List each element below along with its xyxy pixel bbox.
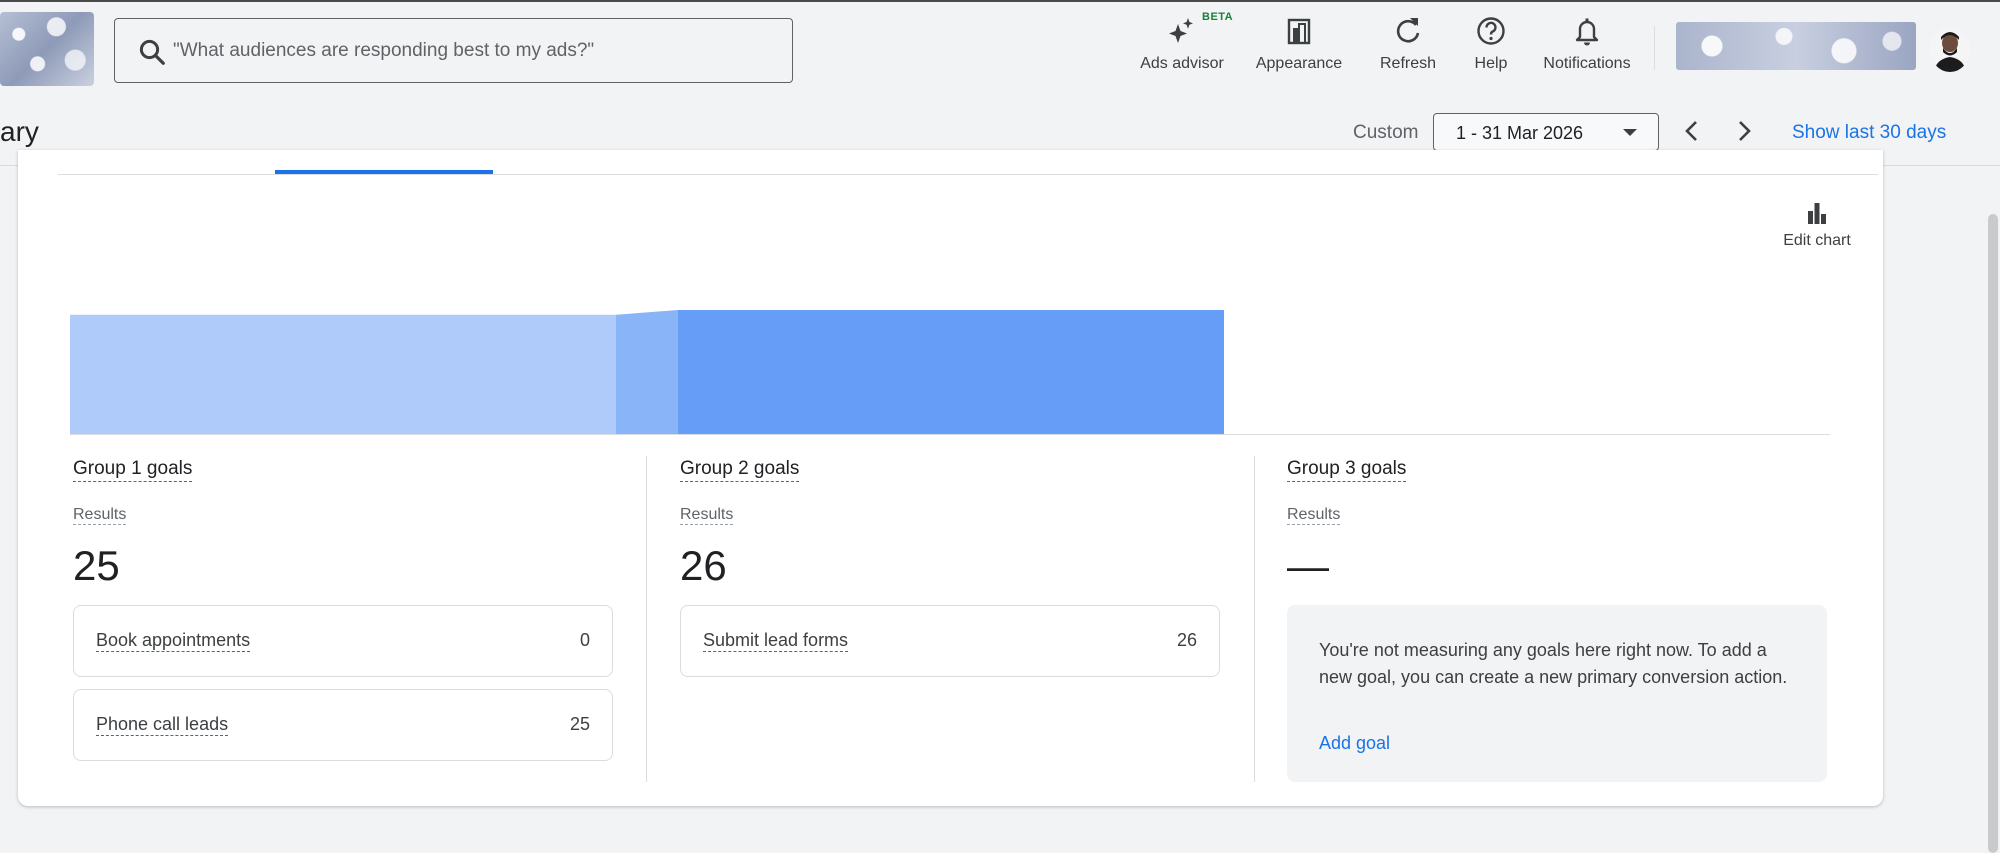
search-input[interactable] — [173, 29, 773, 73]
goal-name[interactable]: Submit lead forms — [703, 630, 849, 652]
goal-row-submit-lead-forms[interactable]: Submit lead forms 26 — [680, 605, 1220, 677]
goal-count: 0 — [579, 630, 590, 650]
chevron-right-icon[interactable] — [1729, 116, 1759, 146]
chevron-left-icon[interactable] — [1677, 116, 1707, 146]
refresh-label: Refresh — [1379, 55, 1437, 72]
refresh-button[interactable]: Refresh — [1373, 14, 1443, 74]
beta-badge: BETA — [1202, 11, 1234, 23]
group-1-results-label[interactable]: Results — [73, 506, 127, 525]
ads-advisor-label: Ads advisor — [1140, 55, 1224, 72]
goal-count: 25 — [569, 714, 590, 734]
group-3-results-label[interactable]: Results — [1287, 506, 1341, 525]
avatar[interactable] — [1930, 28, 1970, 72]
show-last-30-days-link[interactable]: Show last 30 days — [1792, 122, 1946, 144]
appearance-icon — [1287, 18, 1311, 45]
goal-row-book-appointments[interactable]: Book appointments 0 — [73, 605, 613, 677]
chart-baseline — [70, 434, 1830, 435]
add-goal-link[interactable]: Add goal — [1319, 733, 1390, 754]
top-border — [0, 0, 2000, 2]
goal-name[interactable]: Phone call leads — [96, 714, 229, 736]
tab-divider — [58, 174, 1878, 175]
date-mode-label: Custom — [1353, 122, 1419, 143]
help-label: Help — [1474, 55, 1508, 72]
group-1-goals: Group 1 goals Results 25 — [73, 458, 193, 589]
notifications-label: Notifications — [1543, 55, 1631, 72]
edit-chart-label: Edit chart — [1783, 232, 1851, 249]
active-tab-indicator — [275, 170, 493, 174]
account-logo-image[interactable] — [0, 12, 94, 86]
group-2-title[interactable]: Group 2 goals — [680, 458, 800, 482]
account-switcher-image[interactable] — [1676, 22, 1916, 70]
scrollbar-thumb[interactable] — [1988, 214, 1998, 853]
group-1-results-value: 25 — [73, 542, 120, 589]
page-title: ary — [0, 116, 39, 147]
date-range-select[interactable]: 1 - 31 Mar 2026 — [1433, 113, 1659, 151]
appearance-label: Appearance — [1255, 55, 1343, 72]
help-button[interactable]: Help — [1468, 14, 1514, 74]
group-1-title[interactable]: Group 1 goals — [73, 458, 193, 482]
group-3-empty-state: You're not measuring any goals here righ… — [1287, 605, 1827, 782]
toolbar-divider — [1654, 26, 1655, 70]
group-2-results-value: 26 — [680, 542, 727, 589]
group-3-goals: Group 3 goals Results — — [1287, 458, 1407, 589]
group-2-goals: Group 2 goals Results 26 — [680, 458, 800, 589]
date-range-value: 1 - 31 Mar 2026 — [1456, 123, 1584, 143]
group-3-title[interactable]: Group 3 goals — [1287, 458, 1407, 482]
avatar-image — [1930, 28, 1970, 72]
goal-name[interactable]: Book appointments — [96, 630, 251, 652]
edit-chart-button[interactable]: Edit chart — [1772, 200, 1862, 250]
empty-state-message: You're not measuring any goals here righ… — [1319, 640, 1788, 687]
funnel-bar-group-1 — [70, 314, 616, 434]
bell-icon — [1575, 18, 1599, 46]
appearance-button[interactable]: Appearance — [1252, 14, 1346, 74]
group-2-results-label[interactable]: Results — [680, 506, 734, 525]
column-divider — [1254, 456, 1255, 782]
funnel-chart — [70, 310, 1224, 434]
refresh-icon — [1396, 18, 1420, 43]
search-icon — [139, 39, 165, 65]
top-bar: Ads advisor BETA Appearance Refresh Help — [0, 0, 2000, 100]
funnel-transition — [616, 310, 678, 434]
notifications-button[interactable]: Notifications — [1534, 14, 1640, 74]
group-3-results-value: — — [1287, 542, 1329, 589]
ads-advisor-button[interactable]: Ads advisor — [1134, 14, 1230, 74]
sparkle-icon — [1169, 18, 1193, 43]
funnel-bar-group-2 — [678, 310, 1224, 434]
goals-summary-card: Edit chart Group 1 goals Results 25 Book… — [18, 150, 1883, 806]
goal-count: 26 — [1176, 630, 1197, 650]
bar-chart-icon — [1808, 203, 1826, 224]
goal-row-phone-call-leads[interactable]: Phone call leads 25 — [73, 689, 613, 761]
help-icon — [1477, 17, 1505, 45]
caret-down-icon — [1623, 129, 1637, 136]
search-box[interactable] — [114, 18, 793, 83]
column-divider — [646, 456, 647, 782]
